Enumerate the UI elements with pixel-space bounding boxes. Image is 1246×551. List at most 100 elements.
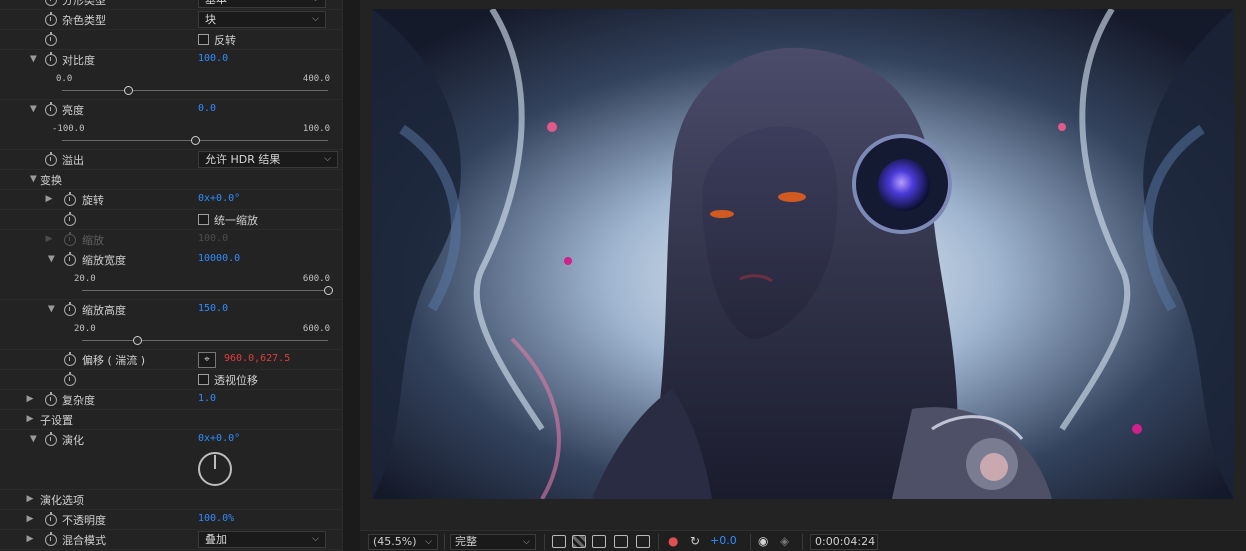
chevron-right-icon[interactable]: ▶ xyxy=(25,394,35,404)
row-evolution: ▶ 演化 0x+0.0° xyxy=(0,430,342,490)
offset-value[interactable]: 960.0,627.5 xyxy=(224,353,290,364)
composition-viewer: (45.5%) ⌵ 完整 ⌵ ● ↻ +0.0 ◉ ◈ 0:00:04:24 xyxy=(360,0,1246,551)
target-icon[interactable]: ⌖ xyxy=(198,352,216,368)
blend-mode-label: 混合模式 xyxy=(62,534,106,547)
stopwatch-icon[interactable] xyxy=(45,512,57,526)
snapshot-icon[interactable]: ◉ xyxy=(758,534,768,550)
scale-height-slider-track[interactable] xyxy=(82,340,328,341)
chevron-right-icon[interactable]: ▶ xyxy=(25,414,35,424)
chevron-right-icon[interactable]: ▶ xyxy=(44,194,54,204)
stopwatch-icon[interactable] xyxy=(64,372,76,386)
opacity-label: 不透明度 xyxy=(62,514,106,527)
safe-margins-icon[interactable] xyxy=(614,535,628,548)
stopwatch-icon[interactable] xyxy=(45,102,57,116)
brightness-slider-thumb[interactable] xyxy=(190,136,200,145)
scale-width-value[interactable]: 10000.0 xyxy=(198,253,240,264)
transparency-grid-icon[interactable] xyxy=(572,535,586,548)
row-evolution-options[interactable]: ▶ 演化选项 xyxy=(0,490,342,510)
row-scale-width: ▶ 缩放宽度 10000.0 20.0 600.0 xyxy=(0,250,342,300)
row-complexity: ▶ 复杂度 1.0 xyxy=(0,390,342,410)
chevron-right-icon[interactable]: ▶ xyxy=(28,434,38,444)
zoom-dropdown[interactable]: (45.5%) ⌵ xyxy=(368,534,438,550)
viewer-toolbar: (45.5%) ⌵ 完整 ⌵ ● ↻ +0.0 ◉ ◈ 0:00:04:24 xyxy=(360,530,1246,551)
chevron-down-icon: ⌵ xyxy=(324,154,331,164)
reset-exposure-icon[interactable]: ↻ xyxy=(690,534,700,550)
scale-width-slider-track[interactable] xyxy=(82,290,328,291)
stopwatch-icon[interactable] xyxy=(45,52,57,66)
chevron-right-icon[interactable]: ▶ xyxy=(25,514,35,524)
stopwatch-icon[interactable] xyxy=(64,212,76,226)
brightness-max: 100.0 xyxy=(302,124,330,134)
stopwatch-icon[interactable] xyxy=(45,152,57,166)
brightness-value[interactable]: 0.0 xyxy=(198,103,216,114)
evolution-value[interactable]: 0x+0.0° xyxy=(198,433,240,444)
scale-value: 100.0 xyxy=(198,233,229,244)
fast-previews-icon[interactable] xyxy=(552,535,566,548)
toolbar-divider xyxy=(802,534,803,550)
stopwatch-icon[interactable] xyxy=(45,432,57,446)
perspective-offset-label: 透视位移 xyxy=(214,374,258,387)
stopwatch-icon[interactable] xyxy=(45,32,57,46)
row-contrast: ▶ 对比度 100.0 0.0 400.0 xyxy=(0,50,342,100)
complexity-value[interactable]: 1.0 xyxy=(198,393,216,404)
scale-height-value[interactable]: 150.0 xyxy=(198,303,228,314)
contrast-min: 0.0 xyxy=(56,74,73,84)
invert-checkbox[interactable] xyxy=(198,34,209,45)
stopwatch-icon xyxy=(64,232,76,246)
stopwatch-icon[interactable] xyxy=(45,0,57,6)
row-offset: 偏移 ( 湍流 ) ⌖ 960.0,627.5 xyxy=(0,350,342,370)
resolution-dropdown[interactable]: 完整 ⌵ xyxy=(450,534,536,550)
contrast-max: 400.0 xyxy=(302,74,330,84)
row-sub-settings[interactable]: ▶ 子设置 xyxy=(0,410,342,430)
chevron-right-icon[interactable]: ▶ xyxy=(28,104,38,114)
overflow-dropdown[interactable]: 允许 HDR 结果 ⌵ xyxy=(198,151,338,168)
panel-scrollbar[interactable] xyxy=(342,0,360,551)
composition-image[interactable] xyxy=(372,9,1234,499)
chevron-right-icon[interactable]: ▶ xyxy=(28,54,38,64)
row-rotation: ▶ 旋转 0x+0.0° xyxy=(0,190,342,210)
noise-type-dropdown[interactable]: 块 ⌵ xyxy=(198,11,326,28)
chevron-down-icon: ⌵ xyxy=(523,537,530,547)
row-brightness: ▶ 亮度 0.0 -100.0 100.0 xyxy=(0,100,342,150)
show-snapshot-icon[interactable]: ◈ xyxy=(780,534,789,550)
contrast-slider-track[interactable] xyxy=(62,90,328,91)
scale-height-slider-thumb[interactable] xyxy=(132,336,142,345)
evolution-angle-dial[interactable] xyxy=(198,452,232,486)
blend-mode-dropdown[interactable]: 叠加 ⌵ xyxy=(198,531,326,548)
stopwatch-icon[interactable] xyxy=(64,302,76,316)
rotation-value[interactable]: 0x+0.0° xyxy=(198,193,240,204)
rotation-label: 旋转 xyxy=(82,194,104,207)
exposure-value[interactable]: +0.0 xyxy=(710,534,737,550)
mask-path-icon[interactable] xyxy=(592,535,606,548)
scale-width-label: 缩放宽度 xyxy=(82,254,126,267)
chevron-right-icon[interactable]: ▶ xyxy=(25,494,35,504)
row-transform[interactable]: ▶ 变换 xyxy=(0,170,342,190)
effect-controls-panel: 分形类型 基本⌵ 杂色类型 块⌵ 反转 ▶ 对比度 100.0 0.0 400.… xyxy=(0,0,342,551)
current-time-display[interactable]: 0:00:04:24 xyxy=(810,534,878,550)
opacity-value[interactable]: 100.0% xyxy=(198,513,234,524)
evolution-options-label: 演化选项 xyxy=(40,494,84,507)
region-of-interest-icon[interactable] xyxy=(636,535,650,548)
row-scale: ▶ 缩放 100.0 xyxy=(0,230,342,250)
contrast-value[interactable]: 100.0 xyxy=(198,53,228,64)
scale-width-min: 20.0 xyxy=(74,274,96,284)
evolution-label: 演化 xyxy=(62,434,84,447)
stopwatch-icon[interactable] xyxy=(64,192,76,206)
stopwatch-icon[interactable] xyxy=(64,252,76,266)
color-channels-icon[interactable]: ● xyxy=(668,534,678,550)
scale-width-max: 600.0 xyxy=(302,274,330,284)
fractal-type-dropdown[interactable]: 基本⌵ xyxy=(198,0,326,8)
chevron-right-icon[interactable]: ▶ xyxy=(28,174,38,184)
perspective-offset-checkbox[interactable] xyxy=(198,374,209,385)
stopwatch-icon[interactable] xyxy=(64,352,76,366)
uniform-scaling-checkbox[interactable] xyxy=(198,214,209,225)
chevron-right-icon[interactable]: ▶ xyxy=(46,304,56,314)
contrast-slider-thumb[interactable] xyxy=(124,86,133,95)
stopwatch-icon[interactable] xyxy=(45,392,57,406)
fractal-type-label: 分形类型 xyxy=(62,0,106,7)
scale-width-slider-thumb[interactable] xyxy=(323,286,333,295)
stopwatch-icon[interactable] xyxy=(45,532,57,546)
chevron-right-icon[interactable]: ▶ xyxy=(46,254,56,264)
chevron-right-icon[interactable]: ▶ xyxy=(25,534,35,544)
stopwatch-icon[interactable] xyxy=(45,12,57,26)
